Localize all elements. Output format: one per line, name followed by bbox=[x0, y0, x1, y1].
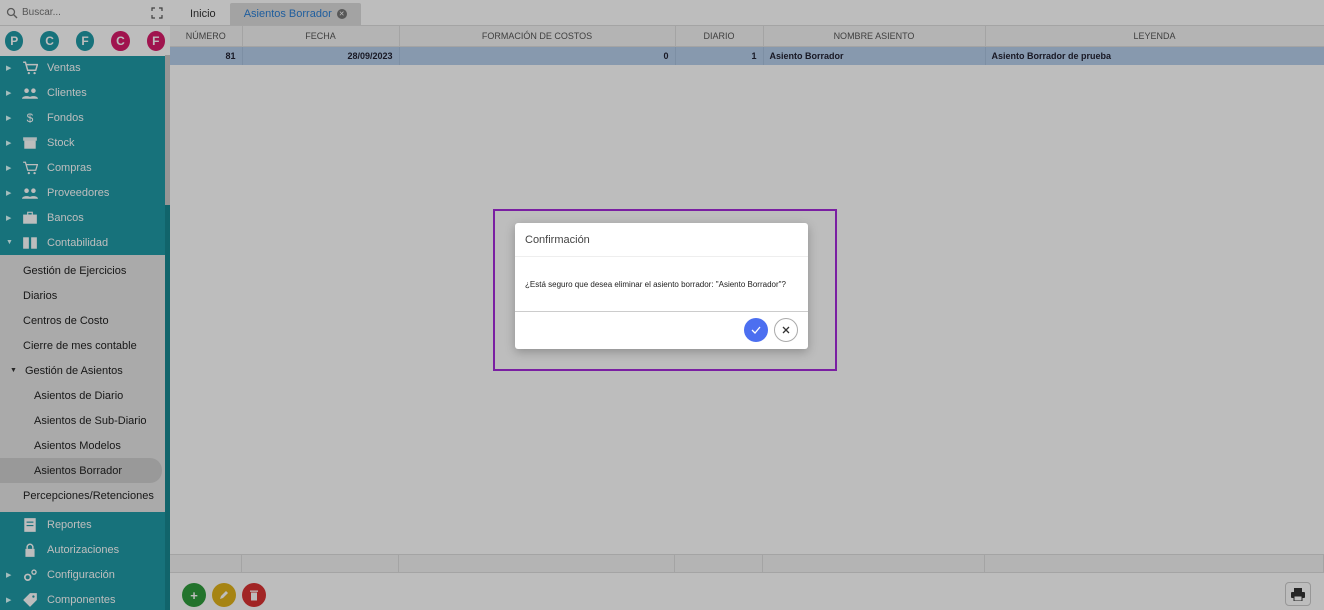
check-icon bbox=[751, 326, 761, 334]
dialog-title: Confirmación bbox=[515, 223, 808, 257]
dialog-message: ¿Está seguro que desea eliminar el asien… bbox=[515, 257, 808, 312]
dialog-footer bbox=[515, 312, 808, 349]
confirmation-dialog: Confirmación ¿Está seguro que desea elim… bbox=[515, 223, 808, 349]
confirm-button[interactable] bbox=[744, 318, 768, 342]
close-icon bbox=[782, 326, 790, 334]
cancel-button[interactable] bbox=[774, 318, 798, 342]
